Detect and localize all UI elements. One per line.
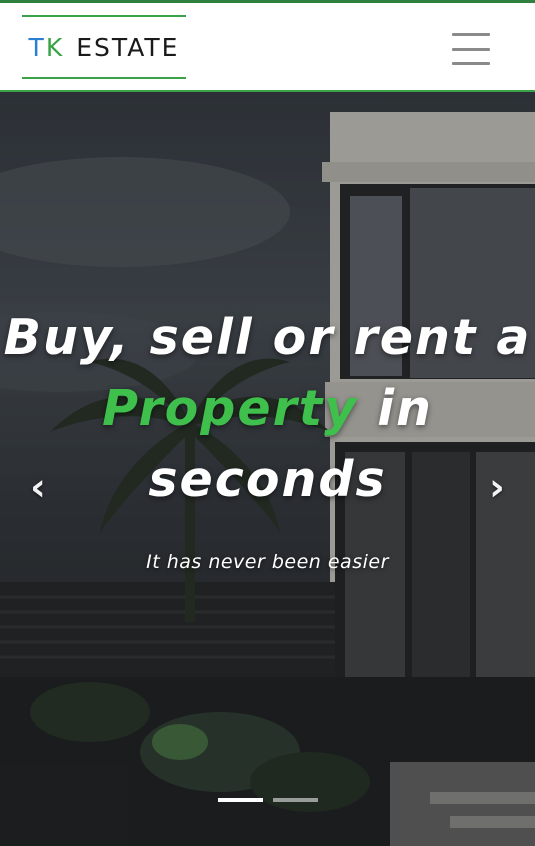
hero-carousel: Buy, sell or rent a Property in seconds … [0, 92, 535, 846]
brand-letter-k: K [45, 32, 65, 62]
headline-line-1: Buy, sell or rent a [3, 309, 532, 366]
menu-bar [452, 33, 490, 36]
hero-caption: Buy, sell or rent a Property in seconds … [0, 302, 535, 573]
headline-line-3: seconds [148, 451, 387, 508]
hero-subtitle: It has never been easier [146, 551, 389, 573]
brand-logo[interactable]: T K ESTATE [22, 15, 186, 79]
chevron-left-icon[interactable]: ‹ [18, 467, 58, 507]
carousel-indicator-2[interactable] [273, 798, 318, 802]
hero-headline: Buy, sell or rent a Property in seconds [0, 302, 535, 515]
headline-accent-word: Property [102, 380, 359, 437]
menu-bar [452, 62, 490, 65]
menu-bar [452, 47, 490, 51]
hamburger-menu-icon[interactable] [452, 33, 494, 65]
carousel-indicators [218, 798, 318, 802]
chevron-right-icon[interactable]: › [477, 467, 517, 507]
carousel-indicator-1[interactable] [218, 798, 263, 802]
navbar: T K ESTATE [0, 0, 535, 92]
headline-after-accent: in [358, 380, 433, 437]
brand-name: ESTATE [76, 32, 180, 62]
brand-letter-t: T [28, 32, 46, 62]
